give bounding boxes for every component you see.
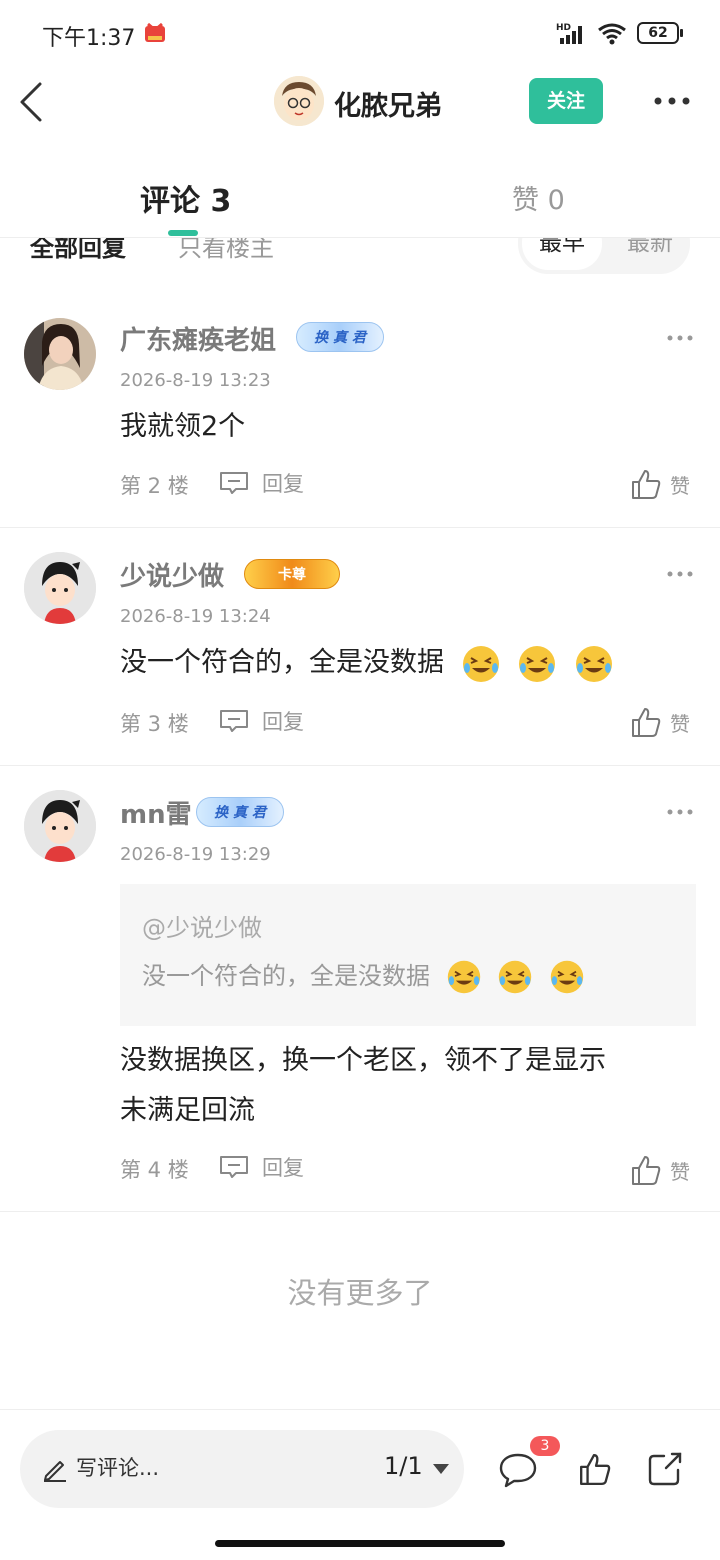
dropdown-triangle-icon[interactable]	[432, 1463, 450, 1475]
comment-time: 2026-8-19 13:23	[120, 370, 271, 391]
reply-icon	[220, 710, 248, 732]
quote-author: @少说少做	[142, 914, 262, 942]
comment-time: 2026-8-19 13:29	[120, 844, 271, 865]
username[interactable]: 广东瘫痪老姐	[120, 320, 276, 357]
user-level-badge: 换 真 君	[296, 322, 384, 352]
filter-owner-only[interactable]: 只看楼主	[178, 238, 274, 263]
comments-icon[interactable]	[498, 1452, 538, 1488]
sort-latest-button[interactable]: 最新	[614, 238, 686, 270]
follow-button[interactable]: 关注	[529, 78, 603, 124]
like-button[interactable]: 赞	[630, 1154, 690, 1186]
comment-text: 没数据换区，换一个老区，领不了是显示 未满足回流	[120, 1036, 606, 1136]
comment-text: 我就领2个	[120, 402, 245, 452]
reply-button[interactable]: 回复	[218, 706, 304, 736]
quote-text: 没一个符合的，全是没数据	[142, 956, 585, 995]
reply-label: 回复	[262, 1156, 304, 1180]
comment-more-icon[interactable]	[666, 570, 694, 578]
default-avatar-icon	[24, 790, 96, 862]
author-avatar[interactable]	[274, 76, 324, 126]
comment-text-line: 没数据换区，换一个老区，领不了是显示	[120, 1045, 606, 1076]
wifi-icon	[598, 23, 626, 45]
more-options-icon[interactable]	[654, 96, 690, 106]
bottom-action-bar: 写评论... 1/1 3	[0, 1409, 720, 1560]
cartoon-avatar-icon	[274, 76, 324, 126]
laughing-tears-emoji-icon	[499, 960, 532, 994]
reply-button[interactable]: 回复	[218, 1152, 304, 1182]
comment-text-content: 没一个符合的，全是没数据	[120, 647, 444, 678]
like-label: 赞	[670, 711, 690, 736]
tab-likes[interactable]: 赞 0	[512, 178, 565, 217]
comment-time: 2026-8-19 13:24	[120, 606, 271, 627]
reply-icon	[220, 1156, 248, 1178]
avatar[interactable]	[24, 790, 96, 862]
status-time: 下午1:37	[42, 26, 136, 51]
back-arrow-icon[interactable]	[16, 80, 46, 124]
home-indicator[interactable]	[215, 1540, 505, 1547]
username[interactable]: 少说少做	[120, 556, 224, 593]
thumbs-up-icon	[632, 470, 661, 499]
floor-number: 第 4 楼	[120, 1158, 189, 1182]
end-of-list-text: 没有更多了	[287, 1276, 433, 1310]
thumbs-up-icon	[632, 708, 661, 737]
laughing-tears-emoji-icon	[550, 960, 584, 994]
laughing-tears-emoji-icon	[575, 645, 612, 682]
comment-more-icon[interactable]	[666, 808, 694, 816]
laughing-tears-emoji-icon	[447, 960, 480, 994]
user-level-badge: 换 真 君	[196, 797, 284, 827]
page-title: 化脓兄弟	[334, 91, 442, 122]
like-button[interactable]: 赞	[630, 706, 690, 738]
comment-count-badge: 3	[530, 1436, 560, 1456]
network-type: HD	[556, 23, 571, 33]
comment-more-icon[interactable]	[666, 334, 694, 342]
battery-icon: 62	[637, 22, 683, 44]
reply-label: 回复	[262, 472, 304, 496]
comment-text: 没一个符合的，全是没数据	[120, 638, 614, 688]
avatar[interactable]	[24, 552, 96, 624]
comment-text-line: 未满足回流	[120, 1095, 255, 1126]
like-post-icon[interactable]	[578, 1452, 612, 1486]
default-avatar-icon	[24, 552, 96, 624]
app-notification-icon	[145, 22, 165, 42]
comment-text-content: 我就领2个	[120, 411, 246, 442]
laughing-tears-emoji-icon	[462, 645, 499, 682]
comment-item: 广东瘫痪老姐 换 真 君 2026-8-19 13:23 我就领2个 第 2 楼…	[0, 278, 720, 528]
user-level-badge: 卡尊	[244, 559, 340, 589]
reply-icon	[220, 472, 248, 494]
sort-toggle: 最早 最新	[518, 238, 690, 274]
comment-item: 少说少做 卡尊 2026-8-19 13:24 没一个符合的，全是没数据 第 3…	[0, 528, 720, 766]
write-comment-input[interactable]: 写评论... 1/1	[20, 1430, 464, 1508]
status-bar: 下午1:37 HD 62	[0, 0, 720, 66]
like-button[interactable]: 赞	[630, 468, 690, 500]
tab-indicator	[168, 230, 198, 236]
nav-bar: 化脓兄弟 关注	[0, 66, 720, 138]
floor-number: 第 3 楼	[120, 712, 189, 736]
filter-bar: 全部回复 只看楼主 最早 最新	[0, 238, 720, 278]
floor-number: 第 2 楼	[120, 474, 189, 498]
username[interactable]: mn雷	[120, 794, 192, 831]
tab-comments[interactable]: 评论 3	[140, 176, 231, 220]
share-icon[interactable]	[646, 1450, 684, 1488]
reply-label: 回复	[262, 710, 304, 734]
page-indicator[interactable]: 1/1	[384, 1452, 423, 1480]
comment-input-placeholder: 写评论...	[76, 1456, 160, 1480]
like-label: 赞	[670, 473, 690, 498]
reply-button[interactable]: 回复	[218, 468, 304, 498]
sort-earliest-button[interactable]: 最早	[522, 238, 602, 270]
like-label: 赞	[670, 1159, 690, 1184]
quote-text-content: 没一个符合的，全是没数据	[142, 962, 430, 990]
user-photo-icon	[24, 318, 96, 390]
comment-item: mn雷 换 真 君 2026-8-19 13:29 @少说少做 没一个符合的，全…	[0, 766, 720, 1212]
quoted-reply[interactable]: @少说少做 没一个符合的，全是没数据	[120, 884, 696, 1026]
signal-icon: HD	[556, 23, 582, 44]
filter-all-replies[interactable]: 全部回复	[30, 238, 126, 263]
laughing-tears-emoji-icon	[519, 645, 556, 682]
avatar[interactable]	[24, 318, 96, 390]
thumbs-up-icon	[632, 1156, 661, 1185]
content-tabs: 评论 3 赞 0	[0, 160, 720, 238]
pencil-icon	[44, 1461, 66, 1482]
